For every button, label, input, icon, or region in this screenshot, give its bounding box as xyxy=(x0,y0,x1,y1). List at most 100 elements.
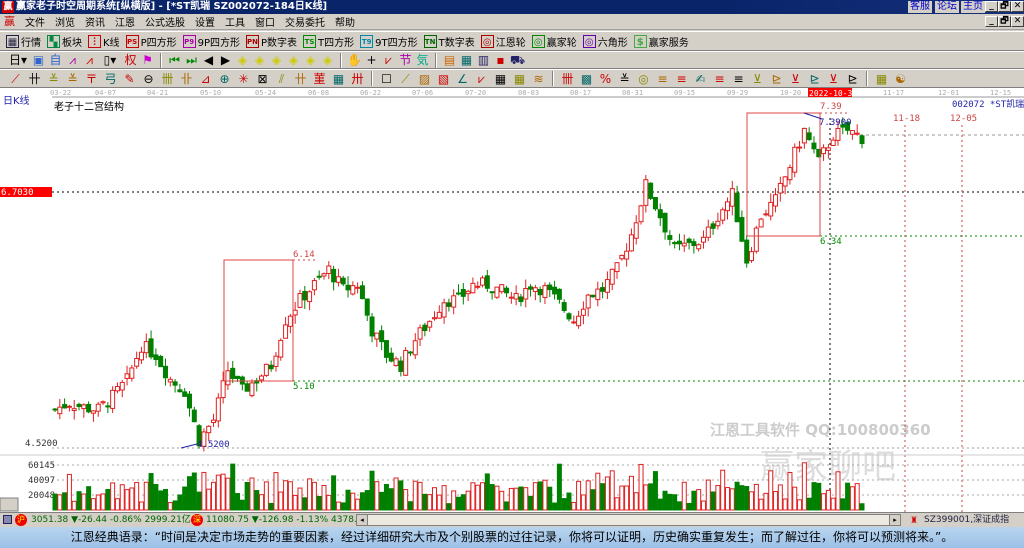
menu-item-6[interactable]: 工具 xyxy=(220,14,250,29)
rights-icon[interactable]: 权 xyxy=(122,52,139,68)
lines2-icon[interactable]: ▦ xyxy=(510,71,529,87)
zoom-c-icon[interactable]: ◈ xyxy=(268,52,285,68)
calculator-icon[interactable]: ▦ xyxy=(458,52,475,68)
star-icon[interactable]: ✳ xyxy=(234,71,253,87)
gold-lines-icon[interactable]: ≡ xyxy=(653,71,672,87)
toolbar-button-sector[interactable]: ▚ 板块 xyxy=(47,34,82,49)
arc-icon[interactable]: 弓 xyxy=(101,71,120,87)
link-service[interactable]: 客服 xyxy=(908,1,932,13)
chart2-icon[interactable]: ≋ xyxy=(529,71,548,87)
menu-item-7[interactable]: 窗口 xyxy=(250,14,280,29)
zoom-e-icon[interactable]: ◈ xyxy=(302,52,319,68)
save-icon[interactable]: ▪ xyxy=(492,52,509,68)
coin-icon[interactable]: ≚ xyxy=(615,71,634,87)
pen-brush-icon[interactable]: ≡ xyxy=(672,71,691,87)
child-minimize-button[interactable]: _ xyxy=(985,16,998,27)
first-icon[interactable]: ⏮ xyxy=(166,52,183,68)
percent-lines-icon[interactable]: % xyxy=(596,71,615,87)
arrow-icon[interactable]: ⊵ xyxy=(805,71,824,87)
toolbar-button-9t-square[interactable]: T9 9T四方形 xyxy=(360,34,418,49)
gann-fan-icon[interactable]: ≚ xyxy=(44,71,63,87)
grid3-icon[interactable]: ▦ xyxy=(491,71,510,87)
parallel-icon[interactable]: 卌 xyxy=(158,71,177,87)
zigzag-icon[interactable]: ∠ xyxy=(453,71,472,87)
toolbar-button-service[interactable]: $ 赢家服务 xyxy=(633,34,689,49)
crosshair-icon[interactable]: + xyxy=(363,52,380,68)
circle-icon[interactable]: ⊖ xyxy=(139,71,158,87)
fan-icon[interactable]: ☐ xyxy=(377,71,396,87)
child-restore-button[interactable]: 🗗 xyxy=(998,16,1011,27)
toolbar-button-9p-square[interactable]: P9 9P四方形 xyxy=(182,34,240,49)
fib-icon[interactable]: 卝 xyxy=(177,71,196,87)
calculator-icon[interactable] xyxy=(3,515,12,524)
weather-icon[interactable]: 気 xyxy=(414,52,431,68)
fork-icon[interactable]: 〒 xyxy=(82,71,101,87)
menu-item-9[interactable]: 帮助 xyxy=(330,14,360,29)
flag-icon[interactable]: ⚑ xyxy=(139,52,156,68)
gold3-icon[interactable]: ≡ xyxy=(710,71,729,87)
menu-item-8[interactable]: 交易委托 xyxy=(280,14,330,29)
horizontal-scrollbar[interactable]: ◂ ▸ xyxy=(356,514,901,526)
toolbar-button-t-table[interactable]: TN T数字表 xyxy=(423,34,475,49)
square-icon[interactable]: 菫 xyxy=(310,71,329,87)
grid-icon[interactable]: 卄 xyxy=(25,71,44,87)
child-close-button[interactable]: ✕ xyxy=(1011,16,1024,27)
menu-item-4[interactable]: 公式选股 xyxy=(140,14,190,29)
indicator-a-icon[interactable]: ⩘ xyxy=(64,52,81,68)
zoom-d-icon[interactable]: ◈ xyxy=(285,52,302,68)
pencil-icon[interactable]: ✎ xyxy=(120,71,139,87)
angle4-icon[interactable]: ⊵ xyxy=(767,71,786,87)
box-grid-icon[interactable]: ▨ xyxy=(415,71,434,87)
hline-icon[interactable]: 卅 xyxy=(348,71,367,87)
zoom-a-icon[interactable]: ◈ xyxy=(234,52,251,68)
gold2-icon[interactable]: ✍ xyxy=(691,71,710,87)
toolbar-button-winner-wheel[interactable]: ◎ 赢家轮 xyxy=(531,34,577,49)
infinity-icon[interactable]: ☯ xyxy=(891,71,910,87)
chart-icon[interactable]: ▣ xyxy=(30,52,47,68)
restore-button[interactable]: 🗗 xyxy=(998,1,1011,12)
toolbar-button-p-square[interactable]: PS P四方形 xyxy=(125,34,177,49)
kline-chart[interactable]: 03-22 04-07 04-21 05-10 05-24 06-08 06-22 07-06… xyxy=(0,88,1024,512)
calendar-icon[interactable]: ▤ xyxy=(441,52,458,68)
candle-type-dropdown[interactable]: ▯▾ xyxy=(98,52,122,68)
line-tool-icon[interactable]: ⩗ xyxy=(380,52,397,68)
time-icon[interactable]: 卄 xyxy=(291,71,310,87)
notebook-icon[interactable]: ▥ xyxy=(475,52,492,68)
time2-icon[interactable]: ⊻ xyxy=(824,71,843,87)
toolbar-button-gann-wheel[interactable]: ◎ 江恩轮 xyxy=(480,34,526,49)
menu-item-5[interactable]: 设置 xyxy=(190,14,220,29)
expand-panel-button[interactable] xyxy=(0,497,19,512)
indicator-b-icon[interactable]: ⩘ xyxy=(81,52,98,68)
menu-item-3[interactable]: 江恩 xyxy=(110,14,140,29)
gann-fan2-icon[interactable]: ≚ xyxy=(63,71,82,87)
toolbar-button-hexagon[interactable]: ◎ 六角形 xyxy=(582,34,628,49)
zoom-b-icon[interactable]: ◈ xyxy=(251,52,268,68)
toolbar-button-p-table[interactable]: PN P数字表 xyxy=(246,34,297,49)
toolbar-button-quote[interactable]: ▦ 行情 xyxy=(6,34,41,49)
wave-icon[interactable]: ⫽ xyxy=(272,71,291,87)
scroll-left-icon[interactable]: ◂ xyxy=(357,515,368,525)
minimize-button[interactable]: _ xyxy=(985,1,998,12)
square-grid-icon[interactable]: ⟋ xyxy=(396,71,415,87)
index-selector[interactable]: SZ399001,深证成指 xyxy=(924,513,1009,527)
link-forum[interactable]: 论坛 xyxy=(935,1,959,13)
menu-item-0[interactable]: 文件 xyxy=(20,14,50,29)
percent-icon[interactable]: ▩ xyxy=(577,71,596,87)
lines-icon[interactable]: ▦ xyxy=(329,71,348,87)
fib2-icon[interactable]: ⊻ xyxy=(748,71,767,87)
toolbar-button-kline[interactable]: ⫶ K线 xyxy=(88,34,120,49)
zoom-f-icon[interactable]: ◈ xyxy=(319,52,336,68)
truck-icon[interactable]: ⛟ xyxy=(509,52,526,68)
chart-canvas[interactable]: 03-22 04-07 04-21 05-10 05-24 06-08 06-22 07-06… xyxy=(0,88,1024,512)
angle-icon[interactable]: ⊿ xyxy=(196,71,215,87)
gold-icon[interactable]: ◎ xyxy=(634,71,653,87)
menu-item-1[interactable]: 浏览 xyxy=(50,14,80,29)
gann-icon[interactable]: ⊻ xyxy=(786,71,805,87)
angle3-icon[interactable]: ≡ xyxy=(729,71,748,87)
hand-icon[interactable]: ✋ xyxy=(346,52,363,68)
last-icon[interactable]: ⏭ xyxy=(183,52,200,68)
self-icon[interactable]: 自 xyxy=(47,52,64,68)
table-icon[interactable]: ⊵ xyxy=(843,71,862,87)
toolbar-button-t-square[interactable]: TS T四方形 xyxy=(303,34,354,49)
grid2-icon[interactable]: ⩗ xyxy=(472,71,491,87)
